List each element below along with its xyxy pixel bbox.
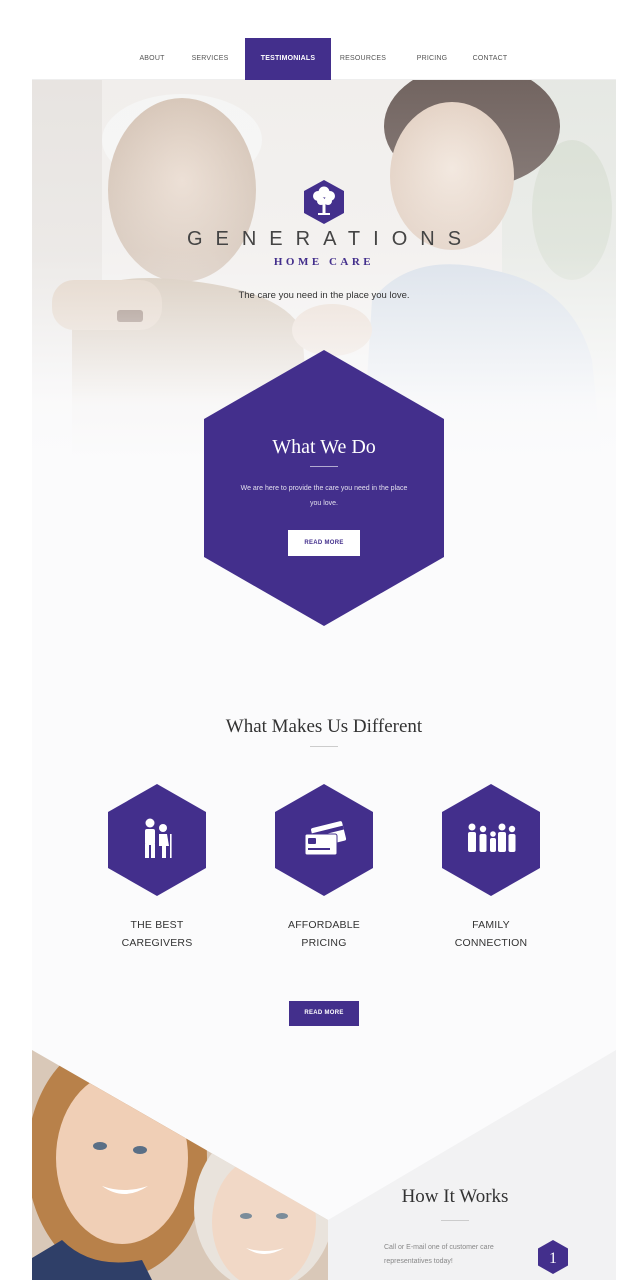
feature-label-line1: THE BEST [130,919,184,931]
what-we-do-text: We are here to provide the care you need… [240,485,408,507]
feature-label: THE BEST CAREGIVERS [87,916,227,952]
tree-icon [304,180,344,224]
feature-label: FAMILY CONNECTION [421,916,561,952]
divider [310,466,338,467]
nav-item-contact[interactable]: CONTACT [464,38,516,80]
brand-name: GENERATIONS [186,228,475,250]
top-nav: ABOUT SERVICES TESTIMONIALS RESOURCES PR… [32,38,616,80]
step-number: 1 [549,1250,557,1267]
nav-item-pricing[interactable]: PRICING [408,38,456,80]
payment-card-icon [275,784,373,896]
feature-label-line2: PRICING [301,937,347,949]
how-it-works-title: How It Works [401,1186,509,1207]
section-title-different: What Makes Us Different [225,716,423,737]
feature-label-line1: FAMILY [472,919,510,931]
feature-family[interactable]: FAMILY CONNECTION [421,784,561,954]
feature-pricing[interactable]: AFFORDABLE PRICING [254,784,394,954]
brand-subtitle: HOME CARE [273,256,375,268]
nav-item-resources[interactable]: RESOURCES [335,38,391,80]
nav-item-testimonials[interactable]: TESTIMONIALS [245,38,331,80]
divider [441,1220,469,1221]
divider [310,746,338,747]
nav-item-about[interactable]: ABOUT [128,38,176,80]
feature-label: AFFORDABLE PRICING [254,916,394,952]
step-1-badge: 1 [538,1240,568,1274]
what-we-do-title: What We Do [272,436,376,458]
nav-item-services[interactable]: SERVICES [184,38,236,80]
feature-label-line1: AFFORDABLE [287,919,360,931]
feature-label-line2: CAREGIVERS [121,937,193,949]
page: ABOUT SERVICES TESTIMONIALS RESOURCES PR… [32,38,616,1280]
caregiver-icon [108,784,206,896]
step-1-text: Call or E-mail one of customer care repr… [384,1244,494,1265]
hero-tagline: The care you need in the place you love. [238,290,410,301]
what-we-do-read-more-button[interactable]: READ MORE [288,530,360,556]
family-icon [442,784,540,896]
feature-label-line2: CONNECTION [454,937,528,949]
what-we-do-card: What We Do We are here to provide the ca… [204,350,444,626]
feature-caregivers[interactable]: THE BEST CAREGIVERS [87,784,227,954]
how-it-works-background [32,1050,616,1280]
how-it-works: How It Works Call or E-mail one of custo… [32,1008,616,1280]
